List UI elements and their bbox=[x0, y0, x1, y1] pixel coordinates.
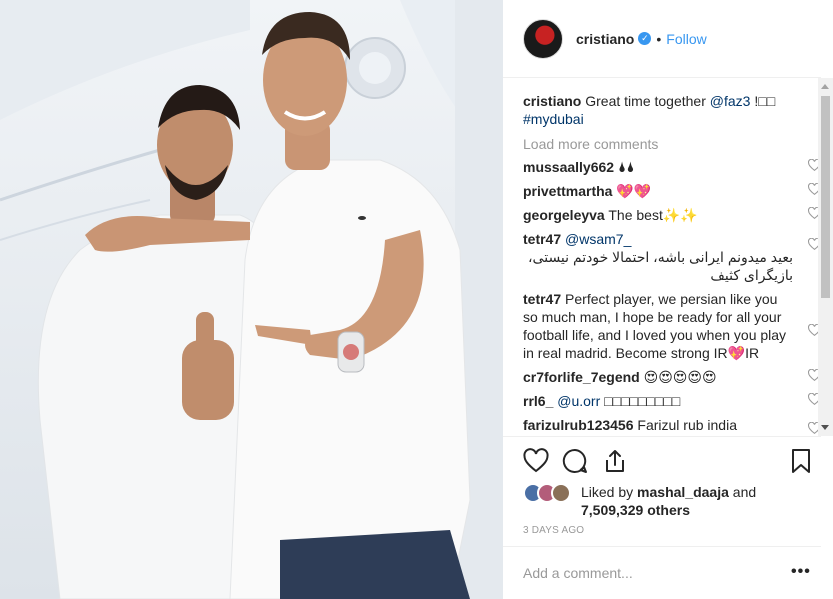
comment-username[interactable]: privettmartha bbox=[523, 183, 612, 199]
liker-avatar[interactable] bbox=[551, 483, 571, 503]
comment-text: Farizul rub india bbox=[637, 417, 737, 433]
comment-item: tetr47 Perfect player, we persian like y… bbox=[523, 290, 821, 362]
like-heart-icon[interactable] bbox=[523, 448, 549, 474]
post-timestamp[interactable]: 3 DAYS AGO bbox=[523, 525, 584, 536]
comment-username[interactable]: tetr47 bbox=[523, 231, 561, 247]
post-side-panel: cristiano ✓ • Follow cristiano Great tim… bbox=[503, 0, 833, 599]
scroll-down-arrow-icon[interactable] bbox=[821, 425, 829, 430]
comment-text: The best✨✨ bbox=[608, 207, 698, 223]
photo-illustration bbox=[0, 0, 503, 599]
comment-item: farizulrub123456 Farizul rub india bbox=[523, 416, 821, 435]
caption-mention[interactable]: @faz3 bbox=[710, 93, 751, 109]
post-header: cristiano ✓ • Follow bbox=[503, 0, 821, 78]
scroll-up-arrow-icon[interactable] bbox=[821, 84, 829, 89]
comment-items: mussaally662 🌢🌢 privettmartha 💖💖 georgel… bbox=[523, 158, 821, 435]
actions-divider bbox=[503, 436, 821, 437]
comment-item: rrl6_ @u.orr □□□□□□□□□ bbox=[523, 392, 821, 410]
more-options-icon[interactable]: ••• bbox=[791, 563, 811, 581]
share-icon[interactable] bbox=[602, 448, 628, 474]
comment-username[interactable]: farizulrub123456 bbox=[523, 417, 634, 433]
comment-text: 😍😍😍😍😍 bbox=[643, 369, 717, 385]
post-photo[interactable] bbox=[0, 0, 503, 599]
likes-user[interactable]: mashal_daaja bbox=[637, 484, 729, 500]
verified-badge-icon: ✓ bbox=[638, 32, 652, 45]
likes-connector: and bbox=[732, 484, 757, 500]
likes-summary: Liked by mashal_daaja and 7,509,329 othe… bbox=[523, 481, 813, 521]
comments-list[interactable]: cristiano Great time together @faz3 !□□ … bbox=[523, 78, 821, 436]
caption-username[interactable]: cristiano bbox=[523, 93, 581, 109]
comment-text: 💖💖 bbox=[616, 183, 652, 199]
comment-username[interactable]: rrl6_ bbox=[523, 393, 553, 409]
post-actions bbox=[523, 446, 813, 476]
comment-item: mussaally662 🌢🌢 bbox=[523, 158, 821, 176]
caption-hashtag[interactable]: #mydubai bbox=[523, 111, 584, 127]
author-username[interactable]: cristiano bbox=[576, 31, 634, 47]
caption-text-after: !□□ bbox=[754, 93, 776, 109]
likes-count[interactable]: 7,509,329 bbox=[581, 502, 643, 518]
comment-item: cr7forlife_7egend 😍😍😍😍😍 bbox=[523, 368, 821, 386]
save-bookmark-icon[interactable] bbox=[788, 448, 814, 474]
comment-item: privettmartha 💖💖 bbox=[523, 182, 821, 200]
comment-item: georgeleyva The best✨✨ bbox=[523, 206, 821, 224]
comment-username[interactable]: mussaally662 bbox=[523, 159, 614, 175]
comment-mention[interactable]: @u.orr bbox=[557, 393, 600, 409]
comment-text: □□□□□□□□□ bbox=[604, 393, 681, 409]
follow-button[interactable]: Follow bbox=[666, 31, 706, 47]
post-caption: cristiano Great time together @faz3 !□□ … bbox=[523, 92, 821, 128]
liker-avatars bbox=[523, 483, 577, 503]
instagram-post-modal: cristiano ✓ • Follow cristiano Great tim… bbox=[0, 0, 833, 599]
comments-scrollbar[interactable] bbox=[818, 78, 833, 436]
likes-text: Liked by mashal_daaja and 7,509,329 othe… bbox=[581, 483, 756, 519]
scrollbar-thumb[interactable] bbox=[821, 96, 830, 298]
author-avatar[interactable] bbox=[523, 18, 563, 59]
add-comment-bar: ••• bbox=[503, 546, 821, 599]
comment-bubble-icon[interactable] bbox=[562, 448, 588, 474]
comment-mention[interactable]: @wsam7_ bbox=[565, 231, 631, 247]
likes-prefix: Liked by bbox=[581, 484, 634, 500]
comment-username[interactable]: tetr47 bbox=[523, 291, 561, 307]
comment-username[interactable]: cr7forlife_7egend bbox=[523, 369, 640, 385]
header-separator: • bbox=[656, 30, 662, 47]
caption-text: Great time together bbox=[585, 93, 706, 109]
comment-text: 🌢🌢 bbox=[617, 159, 635, 175]
comment-text: Perfect player, we persian like you so m… bbox=[523, 291, 787, 361]
add-comment-input[interactable] bbox=[523, 561, 773, 585]
comment-text: بعید میدونم ایرانی باشه، احتمالا خودتم ن… bbox=[528, 249, 793, 283]
comment-username[interactable]: georgeleyva bbox=[523, 207, 605, 223]
load-more-comments-button[interactable]: Load more comments bbox=[523, 136, 821, 152]
comment-item: tetr47 @wsam7_ بعید میدونم ایرانی باشه، … bbox=[523, 230, 821, 284]
likes-suffix[interactable]: others bbox=[647, 502, 690, 518]
